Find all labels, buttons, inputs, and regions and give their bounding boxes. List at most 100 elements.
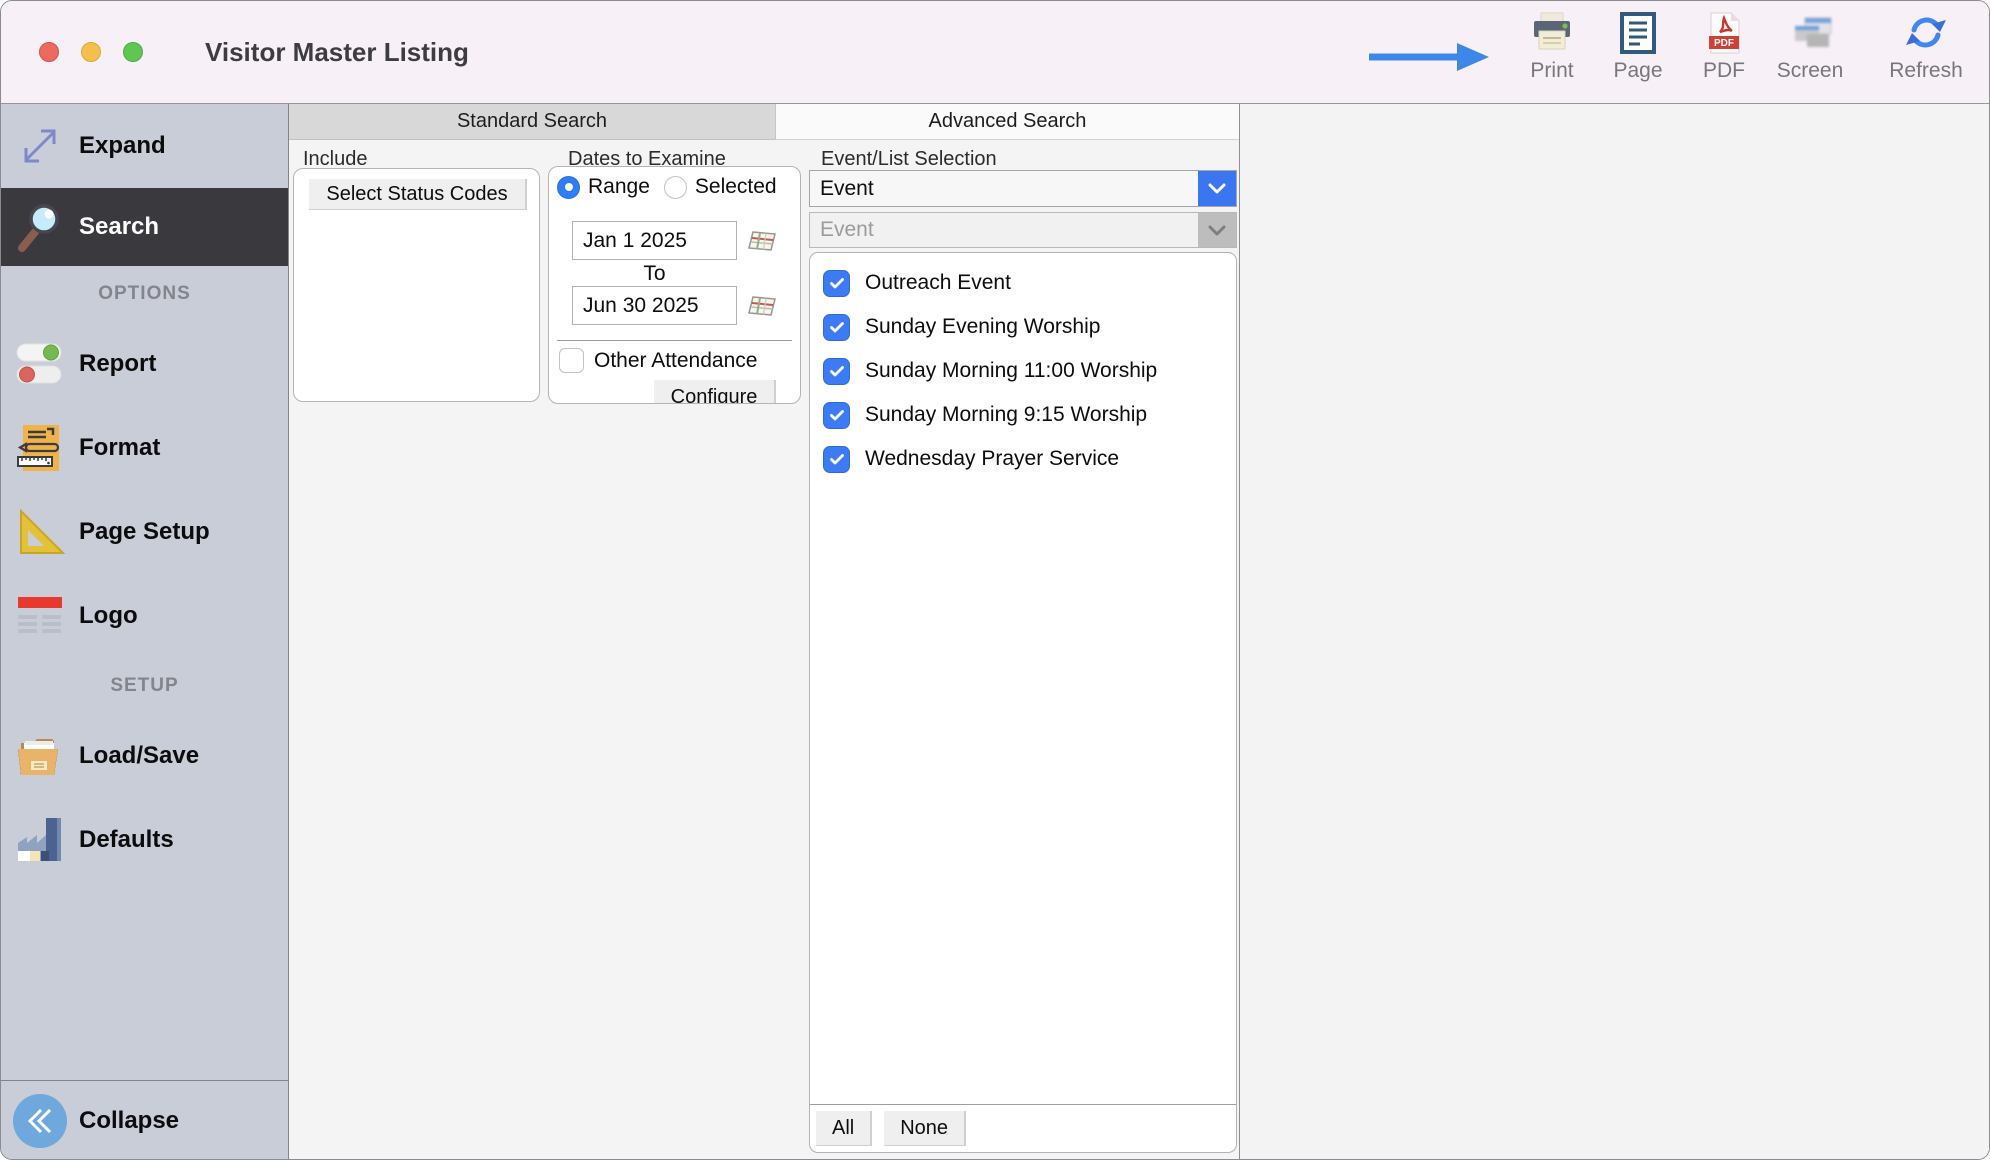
- selected-radio[interactable]: [664, 176, 687, 199]
- refresh-icon: [1902, 9, 1950, 57]
- annotation-arrow-icon: [1369, 39, 1489, 75]
- configure-button[interactable]: Configure: [654, 380, 776, 404]
- screen-button[interactable]: Screen: [1773, 9, 1847, 83]
- event-list: Outreach Event Sunday Evening Worship Sund…: [810, 261, 1236, 481]
- sidebar-item-expand[interactable]: Expand: [1, 104, 288, 188]
- screen-windows-icon: [1785, 9, 1835, 57]
- sidebar-section-setup: SETUP: [1, 658, 288, 714]
- page-button[interactable]: Page: [1601, 9, 1675, 83]
- search-form-content: Include Dates to Examine Event/List Sele…: [289, 140, 1239, 1160]
- page-label: Page: [1613, 59, 1662, 83]
- other-attendance-row: Other Attendance: [559, 348, 757, 373]
- sidebar-label-defaults: Defaults: [79, 826, 174, 854]
- sidebar-section-options: OPTIONS: [1, 266, 288, 322]
- sidebar: Expand Search OPTIONS: [1, 104, 289, 1160]
- sidebar-label-logo: Logo: [79, 602, 138, 630]
- print-button[interactable]: Print: [1515, 9, 1589, 83]
- event-checkbox[interactable]: [823, 270, 850, 297]
- dates-box: Range Selected To: [548, 166, 801, 404]
- close-window-button[interactable]: [39, 42, 59, 62]
- sidebar-label-load-save: Load/Save: [79, 742, 199, 770]
- format-document-icon: [1, 421, 79, 475]
- factory-icon: [1, 813, 79, 867]
- calendar-icon[interactable]: [746, 294, 778, 325]
- sidebar-label-collapse: Collapse: [79, 1107, 179, 1135]
- traffic-lights: [39, 42, 143, 62]
- tab-bar: Standard Search Advanced Search: [289, 104, 1239, 140]
- other-attendance-checkbox[interactable]: [559, 348, 584, 373]
- select-status-codes-button[interactable]: Select Status Codes: [309, 179, 527, 209]
- zoom-window-button[interactable]: [123, 42, 143, 62]
- sidebar-label-report: Report: [79, 350, 156, 378]
- event-type-dropdown[interactable]: Event: [809, 170, 1237, 207]
- expand-icon: [1, 119, 79, 173]
- sidebar-item-collapse[interactable]: Collapse: [1, 1080, 288, 1160]
- chevron-down-icon: [1198, 213, 1236, 247]
- tab-standard-search[interactable]: Standard Search: [289, 104, 775, 140]
- pdf-button[interactable]: PDF PDF: [1687, 9, 1761, 83]
- pdf-file-icon: PDF: [1701, 9, 1747, 57]
- to-date-input[interactable]: [572, 286, 737, 325]
- sidebar-item-logo[interactable]: Logo: [1, 574, 288, 658]
- tab-advanced-search[interactable]: Advanced Search: [775, 104, 1239, 140]
- app-window: Visitor Master Listing: [0, 0, 1990, 1160]
- sidebar-spacer: [1, 882, 288, 1080]
- sidebar-item-defaults[interactable]: Defaults: [1, 798, 288, 882]
- select-all-button[interactable]: All: [816, 1111, 872, 1145]
- select-none-button[interactable]: None: [884, 1111, 966, 1145]
- report-preview-pane: [1239, 104, 1989, 1160]
- from-date-input[interactable]: [572, 221, 737, 260]
- sidebar-item-search[interactable]: Search: [1, 188, 288, 266]
- pdf-badge-text: PDF: [1714, 38, 1734, 49]
- event-checkbox[interactable]: [823, 358, 850, 385]
- selected-radio-label: Selected: [695, 175, 777, 199]
- event-checkbox[interactable]: [823, 314, 850, 341]
- sidebar-label-format: Format: [79, 434, 160, 462]
- event-label: Wednesday Prayer Service: [865, 447, 1119, 471]
- refresh-button[interactable]: Refresh: [1889, 9, 1963, 83]
- sidebar-item-load-save[interactable]: Load/Save: [1, 714, 288, 798]
- report-toggles-icon: [1, 337, 79, 391]
- sidebar-item-format[interactable]: Format: [1, 406, 288, 490]
- include-box: Select Status Codes: [293, 168, 540, 402]
- event-label: Sunday Morning 11:00 Worship: [865, 359, 1157, 383]
- set-square-icon: [1, 505, 79, 559]
- event-list-item[interactable]: Sunday Morning 11:00 Worship: [810, 349, 1236, 393]
- range-radio[interactable]: [557, 176, 580, 199]
- all-none-buttons: All None: [816, 1111, 966, 1145]
- event-list-item[interactable]: Wednesday Prayer Service: [810, 437, 1236, 481]
- pdf-label: PDF: [1703, 59, 1745, 83]
- collapse-icon: [1, 1092, 79, 1150]
- chevron-down-icon[interactable]: [1198, 171, 1236, 206]
- event-label: Outreach Event: [865, 271, 1011, 295]
- sidebar-item-page-setup[interactable]: Page Setup: [1, 490, 288, 574]
- sidebar-item-report[interactable]: Report: [1, 322, 288, 406]
- sidebar-label-expand: Expand: [79, 132, 166, 160]
- event-list-box: Outreach Event Sunday Evening Worship Sund…: [809, 252, 1237, 1153]
- screen-label: Screen: [1777, 59, 1844, 83]
- events-section-label: Event/List Selection: [821, 148, 997, 171]
- print-label: Print: [1530, 59, 1573, 83]
- event-list-divider: [810, 1104, 1236, 1105]
- minimize-window-button[interactable]: [81, 42, 101, 62]
- sidebar-label-page-setup: Page Setup: [79, 518, 210, 546]
- logo-masthead-icon: [1, 589, 79, 643]
- event-list-dropdown-value: Event: [820, 218, 874, 242]
- search-panel: Standard Search Advanced Search Include …: [289, 104, 1239, 1160]
- calendar-icon[interactable]: [746, 229, 778, 260]
- search-icon: [1, 200, 79, 254]
- page-icon: [1615, 9, 1661, 57]
- event-list-item[interactable]: Sunday Morning 9:15 Worship: [810, 393, 1236, 437]
- folder-icon: [1, 729, 79, 783]
- event-list-item[interactable]: Outreach Event: [810, 261, 1236, 305]
- event-checkbox[interactable]: [823, 402, 850, 429]
- range-radio-label: Range: [588, 175, 650, 199]
- event-list-item[interactable]: Sunday Evening Worship: [810, 305, 1236, 349]
- event-label: Sunday Morning 9:15 Worship: [865, 403, 1147, 427]
- event-list-dropdown-disabled: Event: [809, 212, 1237, 248]
- event-checkbox[interactable]: [823, 446, 850, 473]
- dates-divider: [557, 340, 792, 341]
- printer-icon: [1529, 9, 1575, 57]
- sidebar-label-search: Search: [79, 213, 159, 241]
- date-mode-radio-group: Range Selected: [557, 175, 791, 199]
